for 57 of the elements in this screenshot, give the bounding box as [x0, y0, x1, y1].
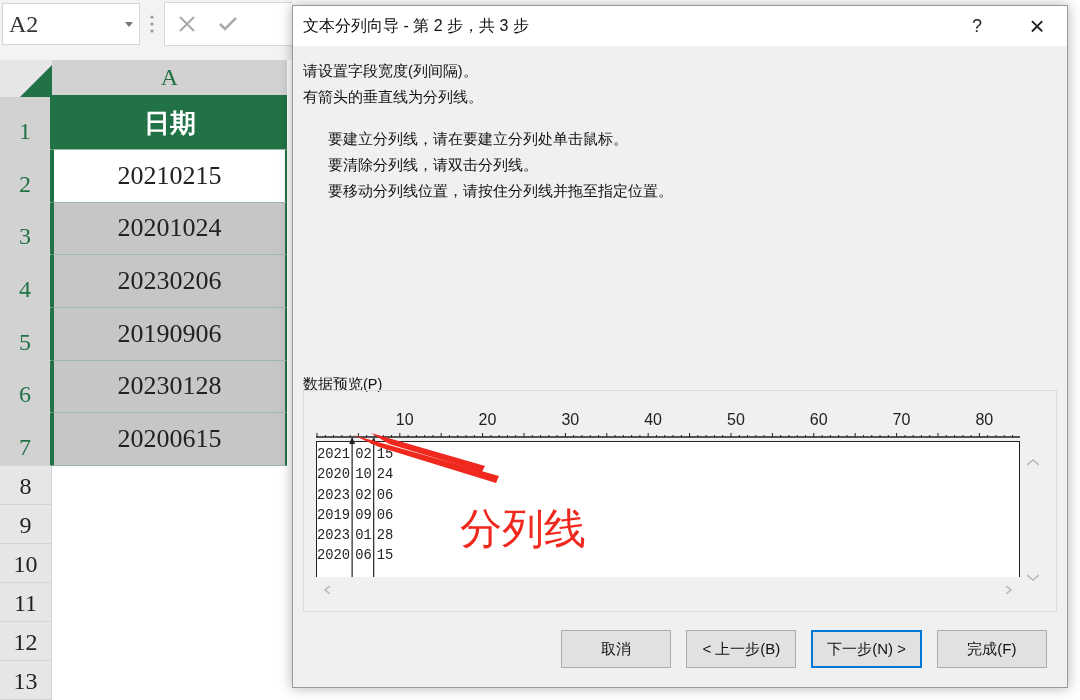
table-cell: 20230206: [52, 255, 287, 308]
instruction-text: 有箭头的垂直线为分列线。: [303, 88, 484, 107]
annotation-label: 分列线: [460, 504, 586, 554]
row-header[interactable]: 5: [0, 307, 52, 361]
instruction-text: 要移动分列线位置，请按住分列线并拖至指定位置。: [327, 182, 674, 201]
ruler-number: 10: [395, 411, 414, 428]
preview-row-text: 2023 02 06: [317, 486, 394, 505]
table-cell: 20190906: [52, 307, 287, 361]
row-header[interactable]: 12: [0, 622, 52, 661]
dialog-button[interactable]: 下一步(N) >: [811, 630, 922, 668]
column-header[interactable]: A: [52, 60, 287, 98]
table-cell: 日期: [52, 97, 287, 150]
table-cell: 20200615: [52, 413, 287, 466]
cancel-icon[interactable]: [179, 16, 195, 33]
column-break-line[interactable]: [349, 437, 356, 577]
preview-row-text: 2019 09 06: [317, 506, 394, 525]
row-header[interactable]: 7: [0, 413, 52, 466]
dialog-button[interactable]: < 上一步(B): [686, 630, 797, 668]
dialog-button[interactable]: 完成(F): [936, 630, 1047, 668]
preview-row-text: 2020 06 15: [317, 547, 394, 566]
check-icon[interactable]: [219, 17, 237, 32]
ruler-number: 30: [561, 411, 580, 428]
ruler-number: 20: [478, 411, 497, 428]
instruction-text: 请设置字段宽度(列间隔)。: [303, 62, 479, 81]
row-header[interactable]: 6: [0, 360, 52, 414]
row-header[interactable]: 4: [0, 255, 52, 308]
name-box[interactable]: A2: [2, 3, 140, 46]
dialog-button[interactable]: 取消: [561, 630, 672, 668]
close-button[interactable]: ×: [1007, 6, 1067, 46]
scroll-up-icon[interactable]: [1027, 458, 1039, 466]
row-header[interactable]: 13: [0, 661, 52, 700]
row-header[interactable]: 1: [0, 97, 52, 150]
row-header[interactable]: 2: [0, 149, 52, 203]
ruler-number: 70: [892, 411, 911, 428]
row-header[interactable]: 3: [0, 202, 52, 256]
ruler-number: 40: [644, 411, 662, 428]
table-cell: 20210215: [52, 149, 287, 203]
ruler-drawing[interactable]: 10 20 30 40 50 60 70 80: [316, 407, 1020, 441]
ruler-number: 50: [727, 411, 745, 428]
instruction-text: 要建立分列线，请在要建立分列处单击鼠标。: [327, 130, 629, 149]
table-cell: 20201024: [52, 202, 287, 256]
row-header[interactable]: 10: [0, 544, 52, 583]
table-cell: 20230128: [52, 360, 287, 414]
ruler-number: 80: [975, 411, 994, 428]
more-dots-icon: [150, 15, 154, 34]
window-title: 文本分列向导 - 第 2 步，共 3 步: [303, 15, 530, 36]
preview-row-text: 2020 10 24: [317, 466, 394, 485]
row-header[interactable]: 9: [0, 505, 52, 544]
dropdown-caret-icon: [125, 21, 133, 27]
help-button[interactable]: ?: [947, 6, 1007, 46]
instruction-text: 要清除分列线，请双击分列线。: [327, 156, 539, 175]
row-header[interactable]: 8: [0, 466, 52, 505]
scroll-down-icon[interactable]: [1027, 574, 1039, 582]
row-header[interactable]: 11: [0, 583, 52, 622]
preview-row-text: 2023 01 28: [317, 527, 394, 546]
ruler-number: 60: [809, 411, 828, 428]
column-break-line[interactable]: [370, 437, 377, 577]
